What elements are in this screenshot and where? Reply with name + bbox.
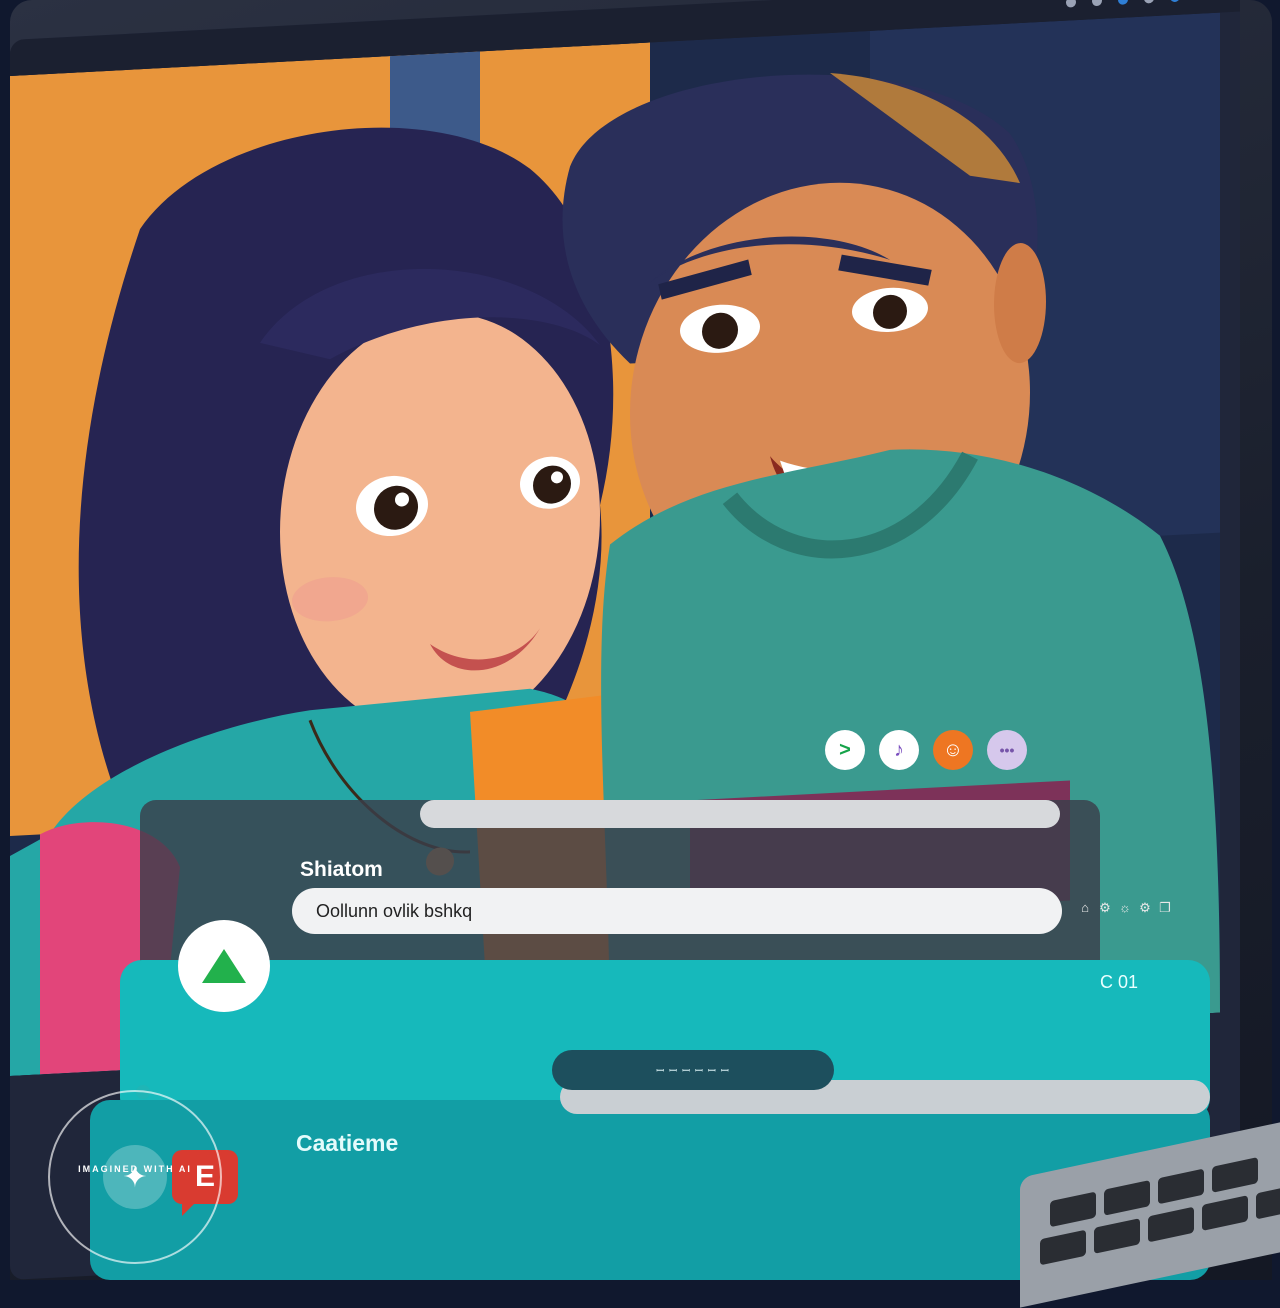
contact-avatar[interactable] <box>178 920 270 1012</box>
window-control-icon[interactable] <box>1144 0 1154 4</box>
watermark-text: IMAGINED WITH AI <box>78 1164 192 1174</box>
keyboard-key[interactable] <box>1256 1183 1280 1220</box>
status-icon[interactable]: ⚙ <box>1138 900 1152 916</box>
status-icons: ⌂ ⚙ ☼ ⚙ ❐ <box>1078 900 1172 916</box>
watermark-badge: ✦ IMAGINED WITH AI <box>48 1090 222 1264</box>
keyboard-key[interactable] <box>1104 1180 1150 1216</box>
pill-text: ꟷ ꟷ ꟷ ꟷ ꟷ ꟷ <box>656 1066 730 1077</box>
progress-pill[interactable]: ꟷ ꟷ ꟷ ꟷ ꟷ ꟷ <box>552 1050 834 1090</box>
window-control-icon[interactable] <box>1118 0 1128 5</box>
window-control-icon[interactable] <box>1170 0 1180 3</box>
like-reaction-button[interactable]: ♪ <box>879 730 919 770</box>
more-reaction-button[interactable]: ••• <box>987 730 1027 770</box>
search-bar[interactable] <box>420 800 1060 828</box>
keyboard-key[interactable] <box>1202 1195 1248 1231</box>
keyboard-key[interactable] <box>1148 1206 1194 1243</box>
send-reaction-button[interactable]: > <box>825 730 865 770</box>
keyboard-key[interactable] <box>1040 1229 1086 1266</box>
window-control-icon[interactable] <box>1066 0 1076 8</box>
window-control-icon[interactable] <box>1092 0 1102 7</box>
status-icon[interactable]: ⚙ <box>1098 900 1112 916</box>
contact-name: Shiatom <box>300 858 383 881</box>
keyboard-key[interactable] <box>1094 1218 1140 1254</box>
reaction-bar: > ♪ ☺ ••• <box>825 730 1027 770</box>
sparkle-icon: ✦ <box>103 1145 167 1209</box>
status-icon[interactable]: ⌂ <box>1078 900 1092 916</box>
keyboard-key[interactable] <box>1158 1168 1204 1205</box>
app-name: Caatieme <box>296 1130 399 1156</box>
status-icon[interactable]: ☼ <box>1118 900 1132 916</box>
leaf-icon <box>202 949 246 983</box>
keyboard-key[interactable] <box>1050 1191 1096 1228</box>
emoji-reaction-button[interactable]: ☺ <box>933 730 973 770</box>
keyboard-key[interactable] <box>1212 1157 1258 1193</box>
message-input[interactable] <box>292 888 1062 934</box>
panel-time: C 01 <box>1100 972 1139 992</box>
status-icon[interactable]: ❐ <box>1158 900 1172 916</box>
